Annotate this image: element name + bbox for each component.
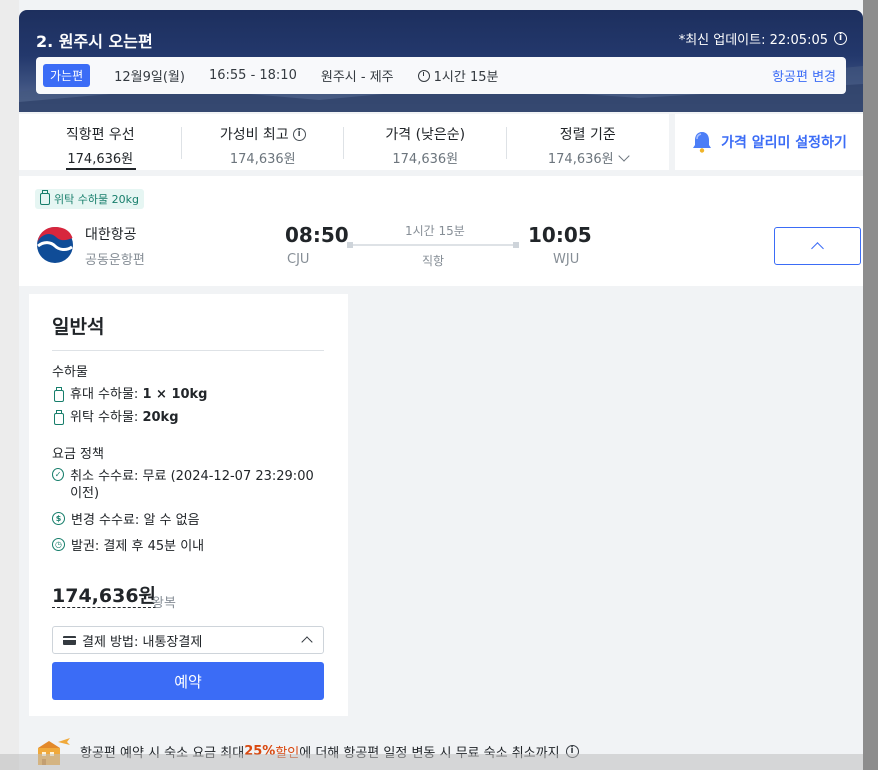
cabin-class: 일반석: [52, 316, 105, 338]
arrival-airport: WJU: [553, 252, 580, 267]
sort-tab-label: 가성비 최고: [219, 127, 289, 143]
trip-type: 왕복: [152, 596, 176, 611]
sort-tab-price: 174,636원: [547, 152, 614, 167]
sort-dropdown[interactable]: 정렬 기준 174,636원: [507, 114, 670, 170]
collapse-button[interactable]: [774, 227, 861, 265]
luggage-icon: [40, 190, 50, 205]
flight-path-line: [347, 242, 519, 248]
payment-method-label: 결제 방법: 내통장결제: [82, 634, 203, 650]
flight-duration: 1시간 15분: [405, 224, 465, 238]
sort-tab-direct-first[interactable]: 직항편 우선 174,636원: [19, 114, 182, 170]
credit-card-icon: [63, 635, 76, 645]
last-update-label: *최신 업데이트: 22:05:05: [678, 33, 828, 48]
airline-name: 대한항공: [85, 227, 137, 243]
ticketing-text: 발권: 결제 후 45분 이내: [71, 539, 205, 554]
fare-price[interactable]: 174,636원: [52, 585, 157, 608]
sort-tab-best-value[interactable]: 가성비 최고 i 174,636원: [182, 114, 345, 170]
checked-bag-value: 20kg: [142, 410, 179, 425]
stops-label: 직항: [422, 254, 445, 268]
flight-card[interactable]: 위탁 수하물 20kg 대한항공 공동운항편 08:50 CJU 1시간 15분…: [19, 176, 863, 286]
carry-on-bag-icon: [54, 387, 64, 402]
sort-tab-price: 174,636원: [229, 152, 296, 167]
header-banner: 2. 원주시 오는편 *최신 업데이트: 22:05:05 i 가는편 12월9…: [19, 10, 863, 112]
carry-on-value: 1 × 10kg: [142, 387, 208, 402]
departure-time: 08:50: [285, 223, 349, 247]
arrival-time: 10:05: [528, 223, 592, 247]
active-tab-indicator: [66, 168, 136, 170]
baggage-tag: 위탁 수하물 20kg: [35, 189, 144, 209]
left-gutter: [0, 0, 19, 770]
sort-tab-price: 174,636원: [392, 152, 459, 167]
bell-icon: [693, 132, 712, 153]
ticketing-row: ◷ 발권: 결제 후 45분 이내: [52, 538, 204, 555]
checked-bag-row: 위탁 수하물: 20kg: [52, 409, 179, 426]
cancel-fee-text: 취소 수수료: 무료 (2024-12-07 23:29:00 이전): [70, 469, 314, 501]
checked-bag-label: 위탁 수하물:: [70, 410, 143, 425]
cancel-fee-row: ✓ 취소 수수료: 무료 (2024-12-07 23:29:00 이전): [52, 468, 324, 502]
route-duration: 1시간 15분: [417, 66, 499, 85]
clock-circle-icon: ◷: [52, 538, 65, 551]
page: 2. 원주시 오는편 *최신 업데이트: 22:05:05 i 가는편 12월9…: [0, 0, 878, 770]
carry-on-label: 휴대 수하물:: [70, 387, 143, 402]
chevron-up-icon: [811, 242, 824, 255]
divider: [52, 350, 324, 351]
sort-tab-label: 정렬 기준: [559, 127, 616, 143]
chevron-up-icon: [301, 636, 313, 648]
korean-air-logo: [37, 227, 73, 263]
departure-airport: CJU: [287, 252, 310, 267]
baggage-tag-label: 위탁 수하물 20kg: [54, 193, 139, 206]
payment-method-select[interactable]: 결제 방법: 내통장결제: [52, 626, 324, 654]
sort-tabs: 직항편 우선 174,636원 가성비 최고 i 174,636원 가격 (낮은순…: [19, 114, 669, 170]
codeshare-label: 공동운항편: [85, 253, 145, 268]
price-alert-button[interactable]: 가격 알리미 설정하기: [675, 114, 863, 170]
change-flight-link[interactable]: 항공편 변경: [772, 66, 836, 85]
clock-icon: [417, 69, 430, 82]
fare-policy-title: 요금 정책: [52, 447, 104, 462]
sort-tab-label: 가격 (낮은순): [385, 127, 466, 143]
route-date: 12월9일(월): [114, 70, 185, 85]
change-fee-row: $ 변경 수수료: 알 수 없음: [52, 512, 200, 529]
info-icon[interactable]: i: [834, 32, 847, 45]
route-time: 16:55 - 18:10: [208, 68, 297, 83]
info-icon[interactable]: i: [292, 127, 306, 141]
route-summary: 가는편 12월9일(월) 16:55 - 18:10 원주시 - 제주 1시간 …: [36, 57, 846, 94]
checked-bag-icon: [54, 410, 64, 425]
price-alert-label: 가격 알리미 설정하기: [721, 135, 847, 151]
sort-tab-cheapest[interactable]: 가격 (낮은순) 174,636원: [344, 114, 507, 170]
book-button[interactable]: 예약: [52, 662, 324, 700]
check-circle-icon: ✓: [52, 468, 65, 481]
dollar-circle-icon: $: [52, 512, 65, 525]
route-cities: 원주시 - 제주: [320, 70, 394, 85]
page-title: 2. 원주시 오는편: [36, 32, 153, 51]
baggage-title: 수하물: [52, 365, 88, 380]
fare-card: 일반석 수하물 휴대 수하물: 1 × 10kg 위탁 수하물: 20kg 요금…: [29, 294, 348, 716]
sort-tab-label: 직항편 우선: [65, 127, 135, 143]
last-update: *최신 업데이트: 22:05:05 i: [679, 29, 847, 48]
route-duration-text: 1시간 15분: [433, 70, 499, 85]
scrollbar[interactable]: [863, 0, 878, 770]
direction-badge: 가는편: [43, 64, 91, 87]
carry-on-row: 휴대 수하물: 1 × 10kg: [52, 386, 208, 403]
overlay-bottom: [0, 754, 863, 770]
sort-tab-price: 174,636원: [67, 152, 134, 167]
change-fee-text: 변경 수수료: 알 수 없음: [71, 513, 200, 528]
chevron-down-icon: [617, 150, 630, 162]
